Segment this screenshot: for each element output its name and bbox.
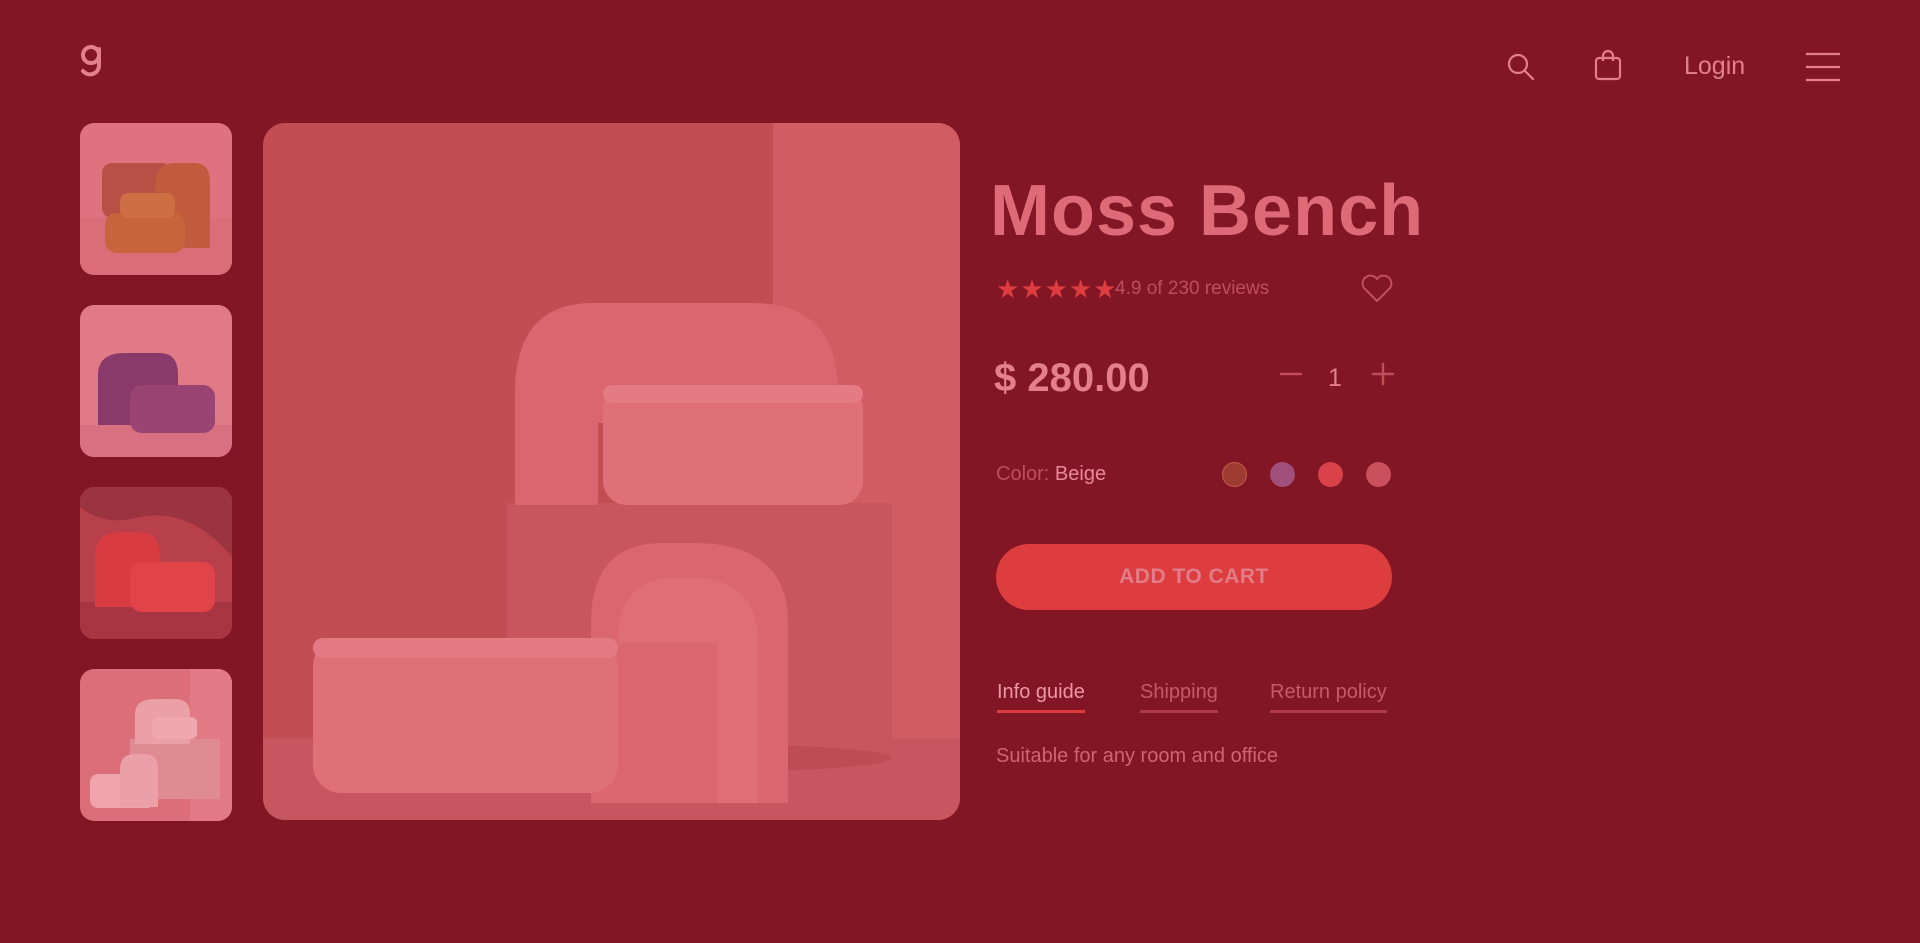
tab-return-policy[interactable]: Return policy: [1270, 681, 1387, 713]
thumbnail-pink-bench[interactable]: [80, 669, 232, 821]
product-description: Suitable for any room and office: [996, 745, 1279, 767]
color-swatch-rose[interactable]: [1366, 462, 1391, 487]
star-icon: ★: [996, 274, 1020, 304]
color-swatch-rust[interactable]: [1222, 462, 1247, 487]
login-link[interactable]: Login: [1684, 52, 1745, 81]
add-to-cart-button[interactable]: ADD TO CART: [996, 544, 1392, 610]
color-value: Beige: [1054, 463, 1107, 485]
heart-icon[interactable]: [1360, 274, 1394, 309]
color-swatch-plum[interactable]: [1270, 462, 1295, 487]
rating-stars: ★ ★ ★ ★ ★: [996, 276, 1117, 302]
thumbnail-red-bench[interactable]: [80, 487, 232, 639]
quantity-value: 1: [1328, 364, 1342, 392]
hamburger-menu-icon[interactable]: [1805, 52, 1841, 87]
rating-text[interactable]: 4.9 of 230 reviews: [1115, 278, 1269, 300]
tab-shipping[interactable]: Shipping: [1140, 681, 1218, 713]
color-label: Color: Beige: [996, 463, 1106, 486]
color-swatch-red[interactable]: [1318, 462, 1343, 487]
tab-info-guide[interactable]: Info guide: [997, 681, 1085, 713]
quantity-increase-button[interactable]: [1370, 361, 1396, 392]
star-icon: ★: [1068, 274, 1093, 304]
main-product-image: [263, 123, 960, 820]
quantity-decrease-button[interactable]: [1278, 361, 1304, 392]
thumbnail-purple-bench[interactable]: [80, 305, 232, 457]
star-icon: ★: [1020, 274, 1044, 304]
thumbnail-orange-bench[interactable]: [80, 123, 232, 275]
star-icon: ★: [1093, 274, 1117, 304]
shopping-bag-icon[interactable]: [1594, 49, 1622, 86]
star-icon: ★: [1044, 274, 1068, 304]
logo-icon[interactable]: [78, 44, 106, 80]
product-title: Moss Bench: [990, 171, 1425, 251]
product-price: $ 280.00: [994, 356, 1150, 400]
search-icon[interactable]: [1506, 52, 1536, 87]
color-label-text: Color:: [996, 463, 1050, 485]
